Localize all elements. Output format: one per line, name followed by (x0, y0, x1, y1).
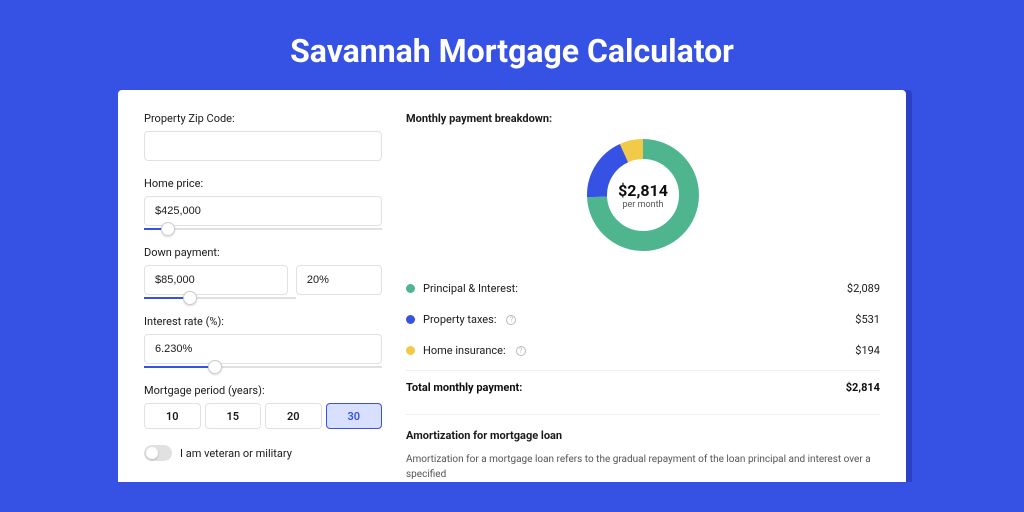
page-title: Savannah Mortgage Calculator (0, 0, 1024, 90)
legend-pi-value: $2,089 (847, 282, 880, 295)
amortization-section: Amortization for mortgage loan Amortizat… (406, 414, 880, 482)
legend-row-taxes: Property taxes: ? $531 (406, 304, 880, 335)
dot-pi-icon (406, 284, 415, 293)
home-price-slider[interactable] (144, 228, 382, 230)
legend-row-ins: Home insurance: ? $194 (406, 335, 880, 366)
donut-sub: per month (622, 200, 663, 210)
interest-rate-group: Interest rate (%): (144, 315, 382, 368)
period-label: Mortgage period (years): (144, 384, 382, 397)
zip-input[interactable] (144, 131, 382, 161)
down-payment-group: Down payment: (144, 246, 382, 299)
total-label: Total monthly payment: (406, 381, 522, 394)
home-price-label: Home price: (144, 177, 382, 190)
donut-center: $2,814 per month (583, 135, 703, 255)
down-payment-input[interactable] (144, 265, 288, 295)
down-payment-label: Down payment: (144, 246, 382, 259)
legend-taxes-value: $531 (855, 313, 880, 326)
veteran-label: I am veteran or military (180, 447, 292, 460)
info-icon[interactable]: ? (516, 346, 526, 356)
zip-field-group: Property Zip Code: (144, 112, 382, 161)
zip-label: Property Zip Code: (144, 112, 382, 125)
period-btn-15[interactable]: 15 (205, 403, 262, 429)
interest-input[interactable] (144, 334, 382, 364)
legend-pi-label: Principal & Interest: (423, 282, 518, 295)
period-group: Mortgage period (years): 10 15 20 30 (144, 384, 382, 429)
legend-row-pi: Principal & Interest: $2,089 (406, 273, 880, 304)
donut-chart: $2,814 per month (583, 135, 703, 255)
total-value: $2,814 (846, 381, 880, 394)
donut-chart-wrap: $2,814 per month (406, 135, 880, 273)
period-buttons: 10 15 20 30 (144, 403, 382, 429)
home-price-input[interactable] (144, 196, 382, 226)
breakdown-heading: Monthly payment breakdown: (406, 112, 880, 125)
amort-heading: Amortization for mortgage loan (406, 429, 880, 442)
info-icon[interactable]: ? (506, 315, 516, 325)
veteran-toggle[interactable] (144, 445, 172, 461)
dot-ins-icon (406, 346, 415, 355)
period-btn-20[interactable]: 20 (265, 403, 322, 429)
down-payment-pct-input[interactable] (296, 265, 382, 295)
veteran-toggle-row: I am veteran or military (144, 445, 382, 461)
period-btn-10[interactable]: 10 (144, 403, 201, 429)
breakdown-panel: Monthly payment breakdown: $2,814 per mo… (406, 112, 880, 482)
slider-thumb[interactable] (161, 222, 175, 236)
dot-taxes-icon (406, 315, 415, 324)
calculator-card: Property Zip Code: Home price: Down paym… (118, 90, 906, 482)
donut-total: $2,814 (618, 181, 668, 200)
interest-label: Interest rate (%): (144, 315, 382, 328)
legend-taxes-label: Property taxes: (423, 313, 496, 326)
legend-ins-label: Home insurance: (423, 344, 506, 357)
legend-ins-value: $194 (855, 344, 880, 357)
form-panel: Property Zip Code: Home price: Down paym… (144, 112, 382, 482)
slider-thumb[interactable] (183, 291, 197, 305)
slider-thumb[interactable] (208, 360, 222, 374)
amort-body: Amortization for a mortgage loan refers … (406, 452, 880, 482)
home-price-group: Home price: (144, 177, 382, 230)
interest-slider[interactable] (144, 366, 382, 368)
period-btn-30[interactable]: 30 (326, 403, 383, 429)
down-payment-slider[interactable] (144, 297, 296, 299)
total-row: Total monthly payment: $2,814 (406, 370, 880, 394)
